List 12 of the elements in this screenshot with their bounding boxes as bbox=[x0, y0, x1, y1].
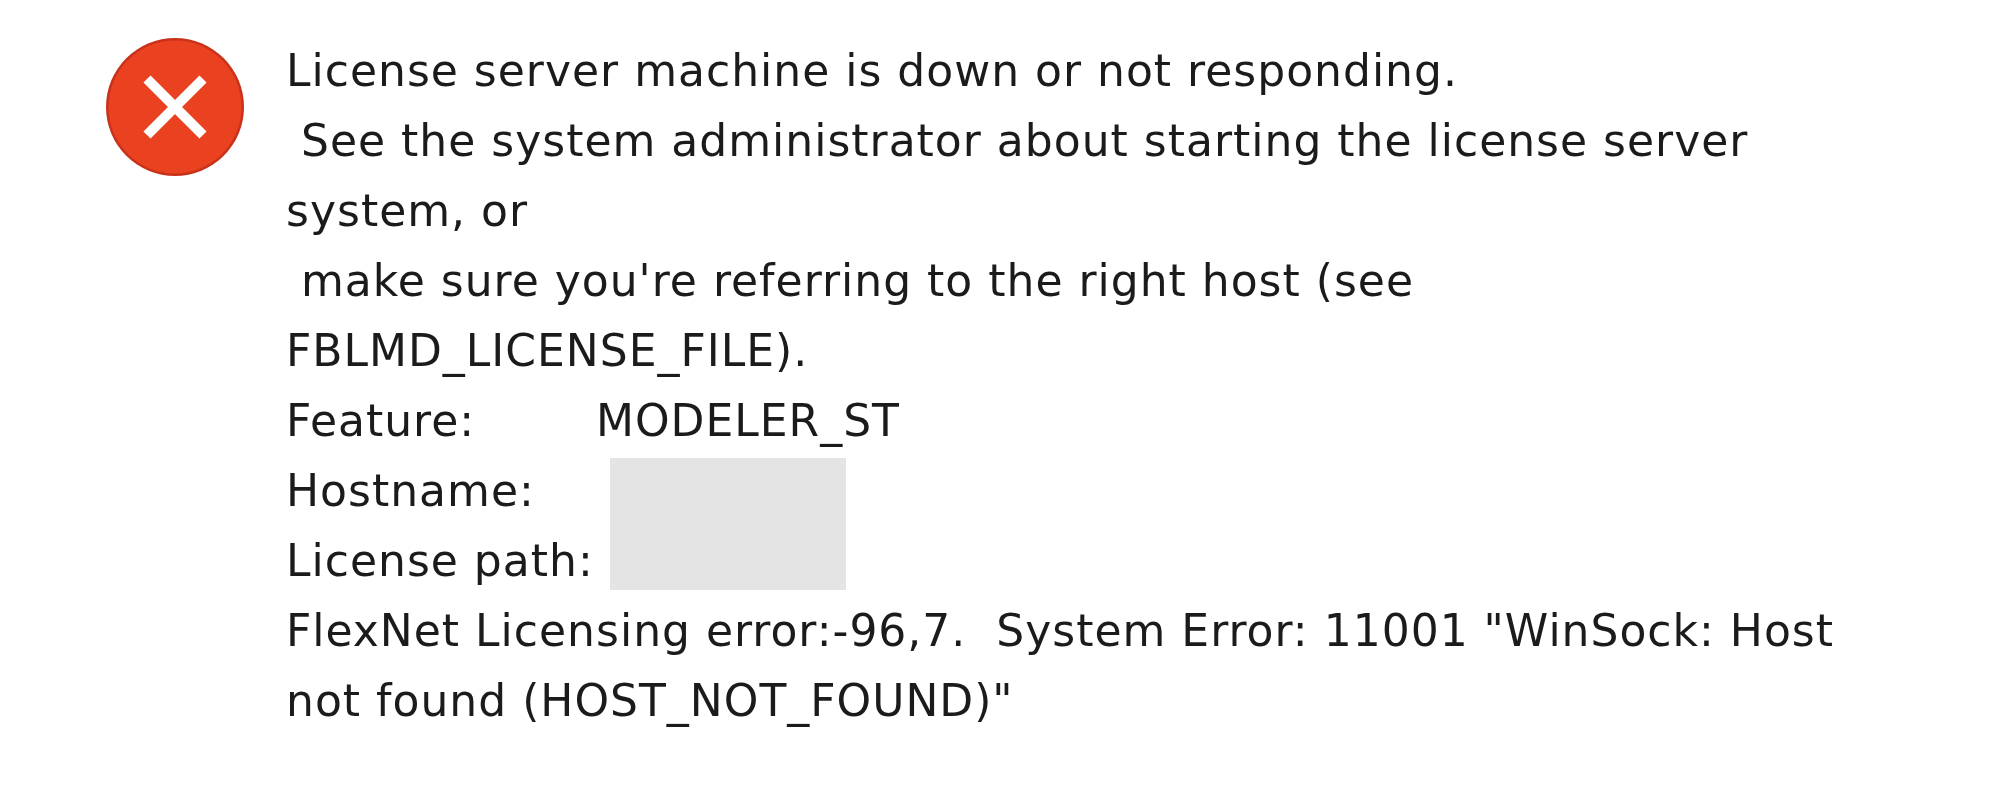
error-detail-line: not found (HOST_NOT_FOUND)" bbox=[286, 674, 1015, 729]
field-label: Feature: bbox=[286, 394, 476, 448]
message-line: License server machine is down or not responding. bbox=[286, 44, 1459, 98]
field-label: Hostname: bbox=[286, 464, 535, 518]
message-line: system, or bbox=[286, 184, 530, 238]
field-value: MODELER_ST bbox=[596, 394, 900, 449]
field-label: License path: bbox=[286, 534, 594, 588]
message-line: See the system administrator about starting the license server bbox=[300, 114, 1750, 168]
message-line: make sure you're referring to the right host (see bbox=[300, 254, 1415, 308]
error-detail-line: FlexNet Licensing error:-96,7. System Error: 11001 "WinSock: Host bbox=[286, 604, 1834, 658]
message-line: FBLMD_LICENSE_FILE). bbox=[286, 324, 810, 379]
error-icon bbox=[105, 37, 245, 177]
